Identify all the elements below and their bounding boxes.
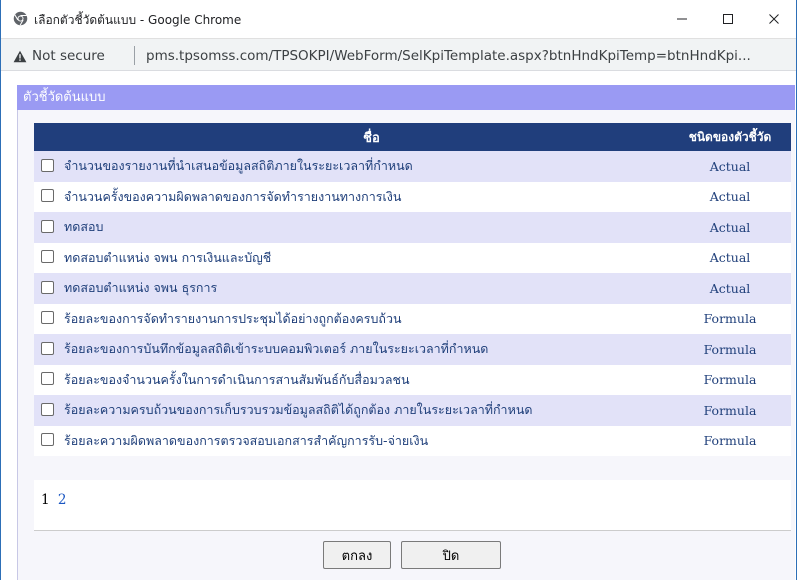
ok-button[interactable]: ตกลง — [323, 541, 391, 569]
pager-page-link[interactable]: 2 — [58, 492, 67, 508]
kpi-type-cell: Actual — [669, 242, 791, 273]
warning-icon[interactable] — [13, 48, 27, 67]
minimize-button[interactable] — [659, 0, 705, 38]
panel-body: ชื่อ ชนิดของตัวชี้วัด จำนวนของรายงานที่น… — [17, 110, 795, 580]
close-icon — [768, 10, 780, 29]
kpi-name-cell: จำนวนของรายงานที่นำเสนอข้อมูลสถิติภายในร… — [34, 151, 669, 182]
kpi-type-cell: Formula — [669, 303, 791, 334]
kpi-type-cell: Formula — [669, 395, 791, 426]
kpi-name-cell: ร้อยละของการบันทึกข้อมูลสถิติเข้าระบบคอม… — [34, 334, 669, 365]
button-bar: ตกลง ปิด — [34, 530, 791, 580]
kpi-name-cell: จำนวนครั้งของความผิดพลาดของการจัดทำรายงา… — [34, 181, 669, 212]
kpi-type-cell: Formula — [669, 334, 791, 365]
table-row: ร้อยละของจำนวนครั้งในการดำเนินการสานสัมพ… — [34, 364, 791, 395]
window-title: เลือกตัวชี้วัดต้นแบบ - Google Chrome — [34, 13, 242, 27]
pager-current-page: 1 — [41, 492, 50, 508]
panel-title: ตัวชี้วัดต้นแบบ — [17, 85, 795, 110]
table-header-row: ชื่อ ชนิดของตัวชี้วัด — [34, 123, 791, 151]
security-label[interactable]: Not secure — [32, 48, 105, 64]
kpi-name-label: ร้อยละความผิดพลาดของการตรวจสอบเอกสารสำคั… — [64, 432, 429, 448]
row-checkbox[interactable] — [41, 280, 54, 294]
address-bar[interactable]: Not secure pms.tpsomss.com/TPSOKPI/WebFo… — [1, 38, 796, 71]
url-text[interactable]: pms.tpsomss.com/TPSOKPI/WebForm/SelKpiTe… — [146, 48, 786, 64]
kpi-name-label: ร้อยละความครบถ้วนของการเก็บรวบรวมข้อมูลส… — [64, 402, 533, 418]
kpi-name-cell: ทดสอบตำแหน่ง จพน การเงินและบัญชี — [34, 242, 669, 273]
table-row: ร้อยละความครบถ้วนของการเก็บรวบรวมข้อมูลส… — [34, 395, 791, 426]
row-checkbox[interactable] — [41, 311, 54, 325]
kpi-name-label: ร้อยละของการจัดทำรายงานการประชุมได้อย่าง… — [64, 310, 402, 326]
column-header-name: ชื่อ — [34, 123, 669, 151]
kpi-name-label: ทดสอบตำแหน่ง จพน การเงินและบัญชี — [64, 249, 272, 265]
row-checkbox[interactable] — [41, 433, 54, 447]
table-body: จำนวนของรายงานที่นำเสนอข้อมูลสถิติภายในร… — [34, 151, 791, 456]
kpi-type-cell: Formula — [669, 364, 791, 395]
window-titlebar[interactable]: เลือกตัวชี้วัดต้นแบบ - Google Chrome — [1, 0, 796, 38]
table-row: จำนวนของรายงานที่นำเสนอข้อมูลสถิติภายในร… — [34, 151, 791, 182]
kpi-type-cell: Actual — [669, 212, 791, 243]
kpi-name-label: ร้อยละของจำนวนครั้งในการดำเนินการสานสัมพ… — [64, 371, 410, 387]
kpi-template-table: ชื่อ ชนิดของตัวชี้วัด จำนวนของรายงานที่น… — [34, 123, 791, 456]
kpi-type-cell: Actual — [669, 273, 791, 304]
table-row: จำนวนครั้งของความผิดพลาดของการจัดทำรายงา… — [34, 181, 791, 212]
kpi-type-cell: Actual — [669, 151, 791, 182]
chrome-icon — [13, 11, 28, 26]
maximize-icon — [722, 10, 734, 29]
kpi-name-cell: ทดสอบตำแหน่ง จพน ธุรการ — [34, 273, 669, 304]
kpi-name-cell: ร้อยละของการจัดทำรายงานการประชุมได้อย่าง… — [34, 303, 669, 334]
table-row: ทดสอบตำแหน่ง จพน ธุรการ Actual — [34, 273, 791, 304]
kpi-name-label: ทดสอบตำแหน่ง จพน ธุรการ — [64, 280, 218, 296]
minimize-icon — [676, 10, 688, 29]
kpi-name-label: ร้อยละของการบันทึกข้อมูลสถิติเข้าระบบคอม… — [64, 341, 489, 357]
column-header-type: ชนิดของตัวชี้วัด — [669, 123, 791, 151]
kpi-name-cell: ทดสอบ — [34, 212, 669, 243]
address-separator — [134, 46, 135, 65]
pager: 1 2 — [34, 480, 791, 530]
browser-popup-window: เลือกตัวชี้วัดต้นแบบ - Google Chrome Not… — [0, 0, 797, 580]
kpi-type-cell: Actual — [669, 181, 791, 212]
table-row: ทดสอบตำแหน่ง จพน การเงินและบัญชี Actual — [34, 242, 791, 273]
kpi-name-cell: ร้อยละความครบถ้วนของการเก็บรวบรวมข้อมูลส… — [34, 395, 669, 426]
close-button[interactable]: ปิด — [401, 541, 501, 569]
table-row: ทดสอบ Actual — [34, 212, 791, 243]
kpi-name-cell: ร้อยละของจำนวนครั้งในการดำเนินการสานสัมพ… — [34, 364, 669, 395]
maximize-button[interactable] — [705, 0, 751, 38]
close-window-button[interactable] — [751, 0, 797, 38]
kpi-name-label: ทดสอบ — [64, 219, 104, 235]
kpi-name-cell: ร้อยละความผิดพลาดของการตรวจสอบเอกสารสำคั… — [34, 425, 669, 456]
row-checkbox[interactable] — [41, 189, 54, 203]
kpi-name-label: จำนวนของรายงานที่นำเสนอข้อมูลสถิติภายในร… — [64, 158, 413, 174]
table-row: ร้อยละความผิดพลาดของการตรวจสอบเอกสารสำคั… — [34, 425, 791, 456]
row-checkbox[interactable] — [41, 372, 54, 386]
kpi-name-label: จำนวนครั้งของความผิดพลาดของการจัดทำรายงา… — [64, 188, 402, 204]
table-row: ร้อยละของการจัดทำรายงานการประชุมได้อย่าง… — [34, 303, 791, 334]
row-checkbox[interactable] — [41, 341, 54, 355]
page-content: ตัวชี้วัดต้นแบบ ชื่อ ชนิดของตัวชี้วัด จำ… — [17, 85, 795, 580]
kpi-type-cell: Formula — [669, 425, 791, 456]
row-checkbox[interactable] — [41, 402, 54, 416]
row-checkbox[interactable] — [41, 158, 54, 172]
row-checkbox[interactable] — [41, 219, 54, 233]
row-checkbox[interactable] — [41, 250, 54, 264]
table-row: ร้อยละของการบันทึกข้อมูลสถิติเข้าระบบคอม… — [34, 334, 791, 365]
